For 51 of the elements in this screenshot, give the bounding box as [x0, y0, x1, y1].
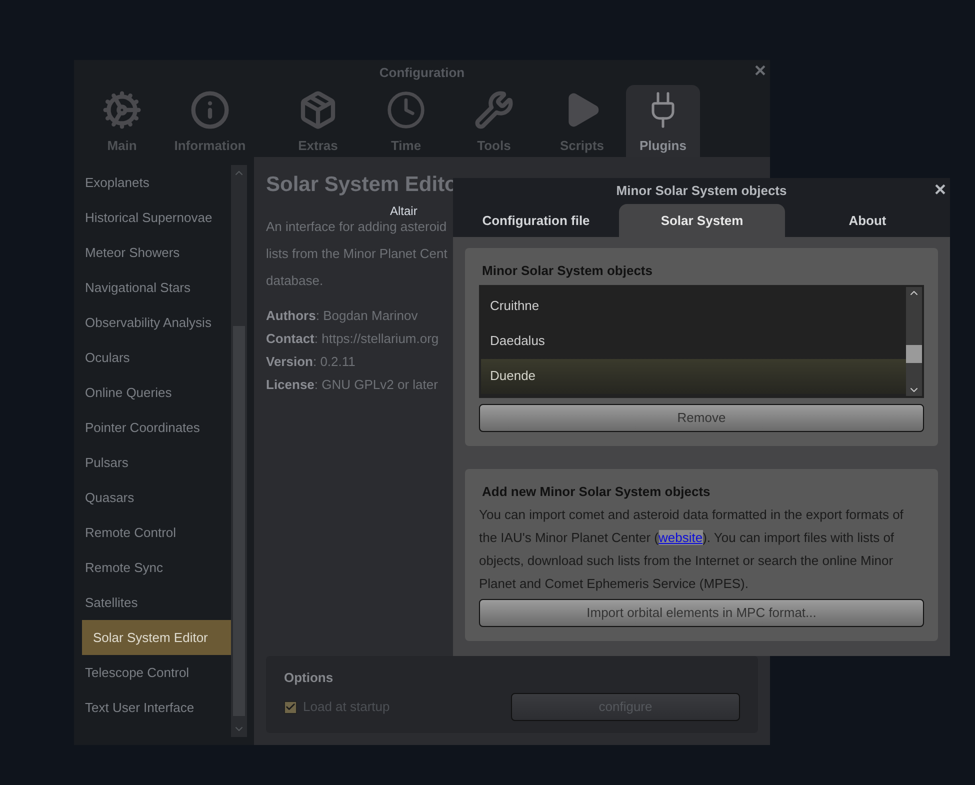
plugin-list-item[interactable]: Quasars — [74, 480, 231, 515]
scrollbar-thumb[interactable] — [906, 344, 922, 362]
object-list-item[interactable]: Daedalus — [481, 324, 906, 358]
import-button[interactable]: Import orbital elements in MPC format... — [479, 599, 924, 627]
plugin-list-item[interactable]: Observability Analysis — [74, 305, 231, 340]
tab[interactable]: Solar System — [619, 204, 785, 237]
plugin-detail: Authors: Bogdan Marinov — [266, 306, 418, 325]
close-button[interactable]: × — [934, 180, 946, 200]
description-line: lists from the Minor Planet Cent — [266, 244, 448, 262]
scrollbar[interactable] — [231, 165, 247, 737]
info-icon — [190, 90, 230, 130]
package-icon — [298, 90, 338, 130]
plugin-list-item[interactable]: Pulsars — [74, 445, 231, 480]
group-title: Add new Minor Solar System objects — [481, 482, 712, 501]
description-line: database. — [266, 272, 324, 290]
plugin-list-item[interactable]: Oculars — [74, 340, 231, 375]
window-title: Configuration — [379, 64, 465, 82]
plugin-list-item[interactable]: Remote Control — [74, 515, 231, 550]
plugin-list-item[interactable]: Satellites — [74, 585, 231, 620]
plugin-list-item[interactable]: Navigational Stars — [74, 270, 231, 305]
plugin-list-item[interactable]: Historical Supernovae — [74, 200, 231, 235]
plugin-list-item[interactable]: Remote Sync — [74, 550, 231, 585]
group-title: Minor Solar System objects — [481, 262, 654, 280]
plugin-list-item[interactable]: Exoplanets — [74, 165, 231, 200]
plugin-detail: Version: 0.2.11 — [266, 352, 356, 370]
plugin-list-item[interactable]: Meteor Showers — [74, 235, 231, 270]
tab[interactable]: About — [785, 204, 950, 237]
remove-button[interactable]: Remove — [479, 404, 924, 432]
plugin-list-item[interactable]: Online Queries — [74, 375, 231, 410]
scrollbar[interactable] — [906, 286, 922, 396]
plugin-list-item[interactable]: Solar System Editor — [82, 620, 231, 655]
window-title: Minor Solar System objects — [616, 182, 787, 200]
star-label: Altair — [390, 203, 418, 220]
description-line: An interface for adding asteroid — [266, 218, 447, 236]
checkbox[interactable] — [284, 700, 297, 714]
plugin-detail: License: GNU GPLv2 or later — [266, 376, 438, 394]
object-list-item[interactable]: Cruithne — [481, 288, 906, 324]
wrench-icon — [474, 90, 514, 130]
close-button[interactable]: × — [754, 61, 766, 81]
group-title: Options — [284, 668, 334, 687]
plugin-list-item[interactable]: Text User Interface — [74, 690, 231, 725]
tab[interactable]: Configuration file — [453, 204, 619, 237]
plugin-detail: Contact: https://stellarium.org — [266, 330, 439, 348]
plugin-list-item[interactable]: Pointer Coordinates — [74, 410, 231, 445]
clock-icon — [386, 90, 426, 130]
plugin-list-item[interactable]: Telescope Control — [74, 655, 231, 690]
import-description: You can import comet and asteroid data formatted in the export formats of the IAU's Minor Planet Center (website). You can import files with lists of objects, download such lists from the Internet or search the online Minor Planet and Comet Ephemeris Service (MPES). — [479, 506, 904, 593]
object-list-item[interactable]: Duende — [481, 358, 906, 394]
toolbar-tab[interactable]: Plugins — [626, 85, 700, 157]
website-link[interactable]: website — [658, 530, 703, 545]
gear-icon — [102, 90, 142, 130]
